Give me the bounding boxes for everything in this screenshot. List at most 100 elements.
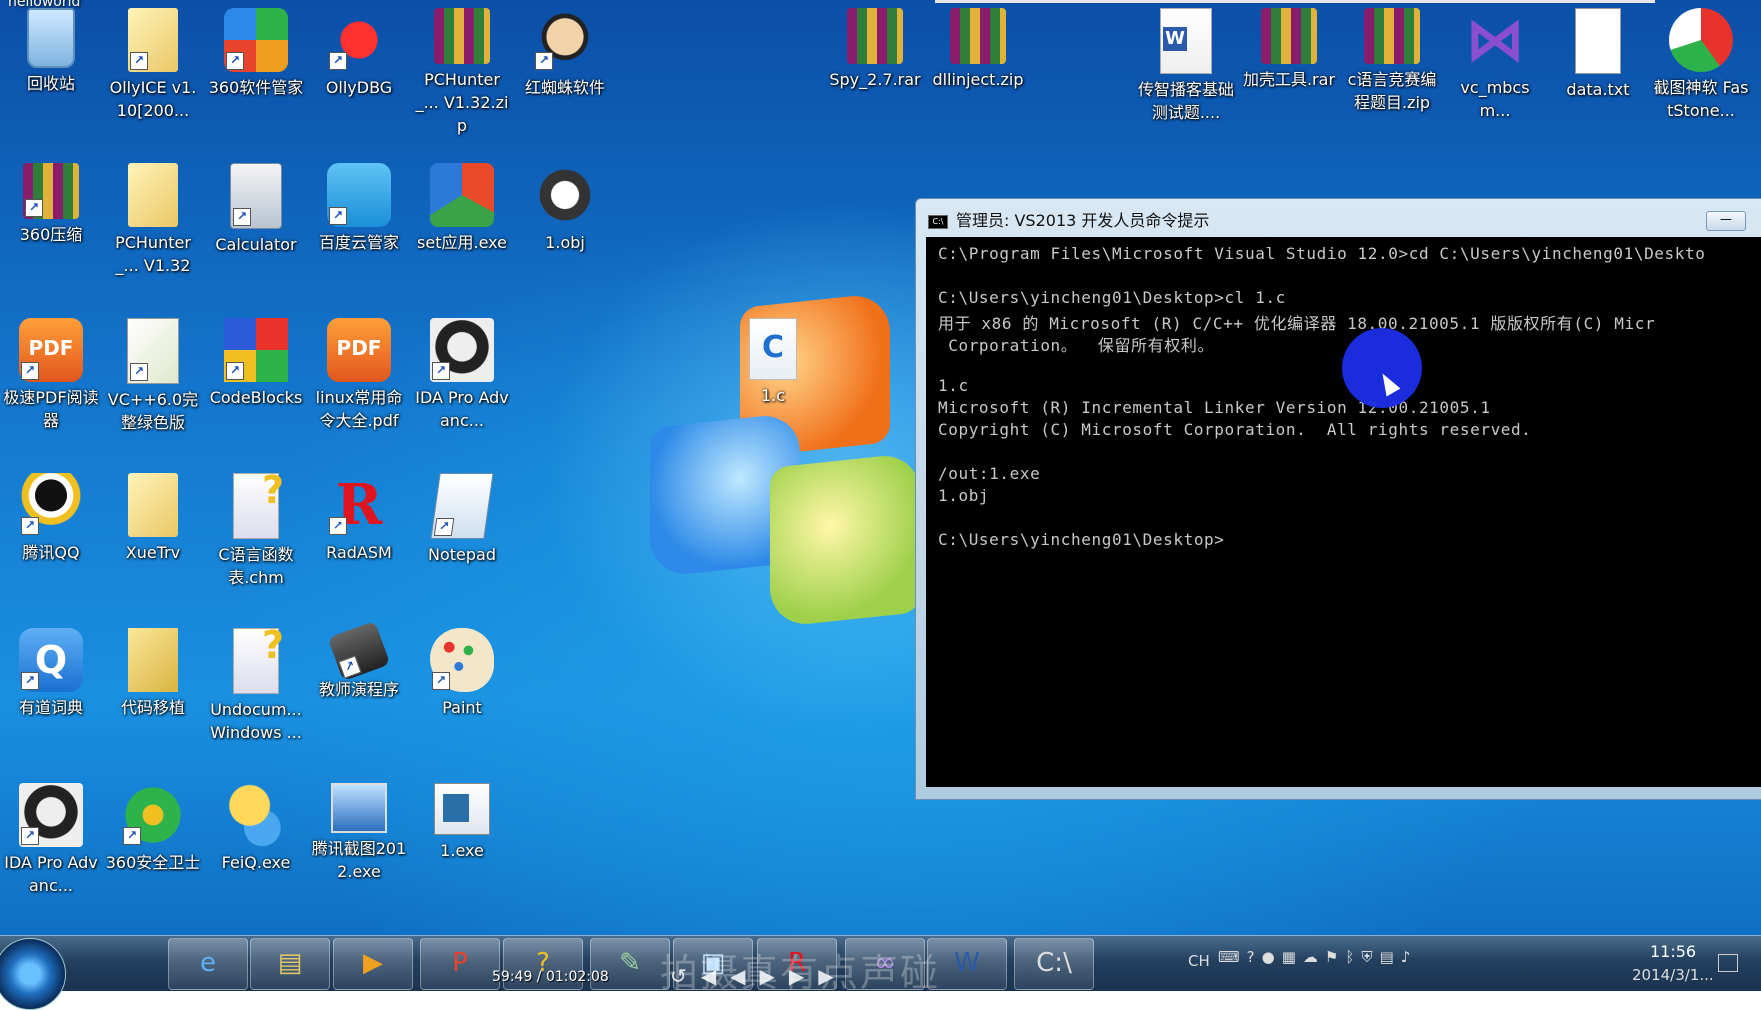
shortcut-arrow-icon: ↗ — [329, 517, 347, 535]
desktop-icon-code-port[interactable]: 代码移植 — [105, 628, 201, 719]
winrar-archive-icon — [1364, 8, 1420, 64]
desktop-icon-undocumented-windows[interactable]: Undocum... Windows ... — [208, 623, 304, 744]
desktop-icon-ida-pro-1[interactable]: ↗ IDA Pro Advanc... — [414, 318, 510, 432]
shortcut-arrow-icon: ↗ — [329, 52, 347, 70]
icon-label: FeiQ.exe — [221, 853, 291, 872]
desktop-icon-calculator[interactable]: ↗ Calculator — [208, 163, 304, 256]
taskbar-button[interactable]: e — [168, 938, 248, 990]
icon-label: linux常用命令大全.pdf — [315, 388, 403, 430]
desktop-icon-1-c[interactable]: C 1.c — [725, 318, 821, 407]
icon-label: 腾讯截图2012.exe — [311, 839, 407, 881]
language-indicator[interactable]: CH — [1188, 952, 1210, 970]
taskbar-button[interactable]: ▤ — [250, 938, 330, 990]
desktop-icon-recycle-bin[interactable]: 回收站 — [3, 8, 99, 95]
clock-time[interactable]: 11:56 — [1650, 942, 1696, 961]
winrar-archive-icon — [847, 8, 903, 64]
desktop-icon-dllinject-zip[interactable]: dllinject.zip — [930, 8, 1026, 91]
shortcut-arrow-icon: ↗ — [123, 827, 141, 845]
icon-label: 极速PDF阅读器 — [3, 388, 99, 430]
minimize-button[interactable]: — — [1706, 211, 1746, 231]
console-title: 管理员: VS2013 开发人员命令提示 — [956, 211, 1210, 230]
winrar-archive-icon — [1261, 8, 1317, 64]
desktop-icon-1-exe[interactable]: 1.exe — [414, 783, 510, 862]
console-title-bar[interactable]: C:\ 管理员: VS2013 开发人员命令提示 — [928, 207, 1209, 231]
network-icon[interactable]: ▤ — [1380, 948, 1401, 966]
pdf-reader-icon: PDF ↗ — [19, 318, 83, 382]
desktop-icon-spy-rar[interactable]: Spy_2.7.rar — [827, 8, 923, 91]
desktop-icon-faststone[interactable]: 截图神软 FastStone... — [1653, 8, 1749, 122]
desktop-icon-360-software-manager[interactable]: ↗ 360软件管家 — [208, 8, 304, 99]
cloud-icon[interactable]: ☁ — [1303, 948, 1325, 966]
desktop-icon-ollyice[interactable]: ↗ OllyICE v1.10[200... — [105, 8, 201, 122]
desktop-icon-red-spider[interactable]: ↗ 红蜘蛛软件 — [517, 8, 613, 99]
ida-pro-icon: ↗ — [430, 318, 494, 382]
desktop-icon-1-obj[interactable]: 1.obj — [517, 163, 613, 254]
rewind-icon[interactable]: ◀◀ — [701, 964, 760, 988]
shortcut-arrow-icon: ↗ — [226, 52, 244, 70]
start-button[interactable] — [0, 938, 66, 1010]
desktop-icon-vc6[interactable]: ↗ VC++6.0完整绿色版 — [105, 318, 201, 434]
desktop-icon-360-zip[interactable]: ↗ 360压缩 — [3, 163, 99, 246]
volume-icon[interactable]: ♪ — [1401, 948, 1418, 966]
play-icon[interactable]: ▶ — [760, 964, 789, 988]
bluetooth-icon[interactable]: ᛒ — [1345, 948, 1361, 966]
desktop-icon-xuetrv[interactable]: XueTrv — [105, 473, 201, 564]
desktop-icon-vc-mbcsm[interactable]: ⋈ vc_mbcsm... — [1447, 8, 1543, 122]
desktop-icon-c-functions-chm[interactable]: C语言函数表.chm — [208, 468, 304, 589]
taskbar-button[interactable]: ▶ — [333, 938, 413, 990]
desktop-icon-paint[interactable]: ↗ Paint — [414, 628, 510, 719]
icon-label: 360软件管家 — [208, 78, 304, 97]
keyboard-icon[interactable]: ⌨ — [1218, 948, 1247, 966]
show-desktop-button[interactable] — [1718, 954, 1738, 972]
desktop-icon-data-txt[interactable]: data.txt — [1550, 8, 1646, 101]
powerpoint-icon: P — [452, 948, 468, 978]
desktop-icon-linux-pdf[interactable]: PDF linux常用命令大全.pdf — [311, 318, 407, 432]
desktop-icon-pdf-reader[interactable]: PDF ↗ 极速PDF阅读器 — [3, 318, 99, 432]
clock-date[interactable]: 2014/3/1... — [1632, 966, 1714, 984]
desktop-icon-pchunter-zip[interactable]: PCHunter_... V1.32.zip — [414, 8, 510, 137]
taskbar-button[interactable]: P — [420, 938, 500, 990]
media-controls[interactable]: ↺◀◀▶▶▶ — [670, 964, 848, 988]
desktop-icon-radasm[interactable]: R ↗ RadASM — [311, 473, 407, 564]
desktop-icon-youdao[interactable]: Q ↗ 有道词典 — [3, 628, 99, 719]
console-output[interactable]: C:\Program Files\Microsoft Visual Studio… — [926, 237, 1761, 787]
icon-label: 红蜘蛛软件 — [524, 78, 605, 97]
shortcut-arrow-icon: ↗ — [338, 655, 362, 679]
desktop-icon-test-doc[interactable]: 传智播客基础测试题.... — [1138, 8, 1234, 124]
desktop-icon-set-exe[interactable]: set应用.exe — [414, 163, 510, 254]
desktop-icon-360-security[interactable]: ↗ 360安全卫士 — [105, 783, 201, 874]
desktop-icon-c-contest-zip[interactable]: c语言竞赛编程题目.zip — [1344, 8, 1440, 114]
desktop-icon-notepad[interactable]: ↗ Notepad — [414, 473, 510, 566]
film-icon[interactable]: ▦ — [1282, 948, 1303, 966]
shield-icon[interactable]: ⛨ — [1361, 948, 1379, 966]
icon-label: 1.obj — [545, 233, 585, 252]
paint-palette-icon: ↗ — [430, 628, 494, 692]
taskbar-button[interactable]: C:\ — [1014, 938, 1094, 990]
record-icon[interactable]: ● — [1262, 948, 1282, 966]
desktop-icon-qq[interactable]: ↗ 腾讯QQ — [3, 473, 99, 564]
fast-forward-icon[interactable]: ▶▶ — [789, 964, 848, 988]
exe-file-icon — [434, 783, 490, 835]
console-window[interactable]: C:\ 管理员: VS2013 开发人员命令提示 — C:\Program Fil… — [915, 198, 1761, 800]
icon-label: 截图神软 FastStone... — [1653, 78, 1749, 120]
desktop-icon-baidu-cloud[interactable]: ↗ 百度云管家 — [311, 163, 407, 254]
ida-pro-icon: ↗ — [19, 783, 83, 847]
icon-label: Notepad — [428, 545, 496, 564]
camera-icon: ↗ — [327, 620, 391, 682]
desktop-icon-codeblocks[interactable]: ↗ CodeBlocks — [208, 318, 304, 409]
icon-label: C语言函数表.chm — [218, 545, 294, 587]
desktop-icon-teacher-demo[interactable]: ↗ 教师演程序 — [311, 620, 407, 701]
feiq-icon — [224, 783, 288, 847]
shortcut-arrow-icon: ↗ — [21, 362, 39, 380]
desktop-icon-packer-rar[interactable]: 加壳工具.rar — [1241, 8, 1337, 91]
help-icon[interactable]: ? — [1247, 948, 1262, 966]
desktop-icon-feiq[interactable]: FeiQ.exe — [208, 783, 304, 874]
folder-icon — [128, 628, 178, 692]
shortcut-arrow-icon: ↗ — [21, 672, 39, 690]
desktop-icon-ida-pro-2[interactable]: ↗ IDA Pro Advanc... — [3, 783, 99, 897]
flag-icon[interactable]: ⚑ — [1325, 948, 1345, 966]
desktop-icon-snapshot-2012[interactable]: 腾讯截图2012.exe — [311, 783, 407, 883]
refresh-icon[interactable]: ↺ — [670, 964, 701, 988]
desktop-icon-pchunter-folder[interactable]: PCHunter_... V1.32 — [105, 163, 201, 277]
desktop-icon-ollydbg[interactable]: ↗ OllyDBG — [311, 8, 407, 99]
